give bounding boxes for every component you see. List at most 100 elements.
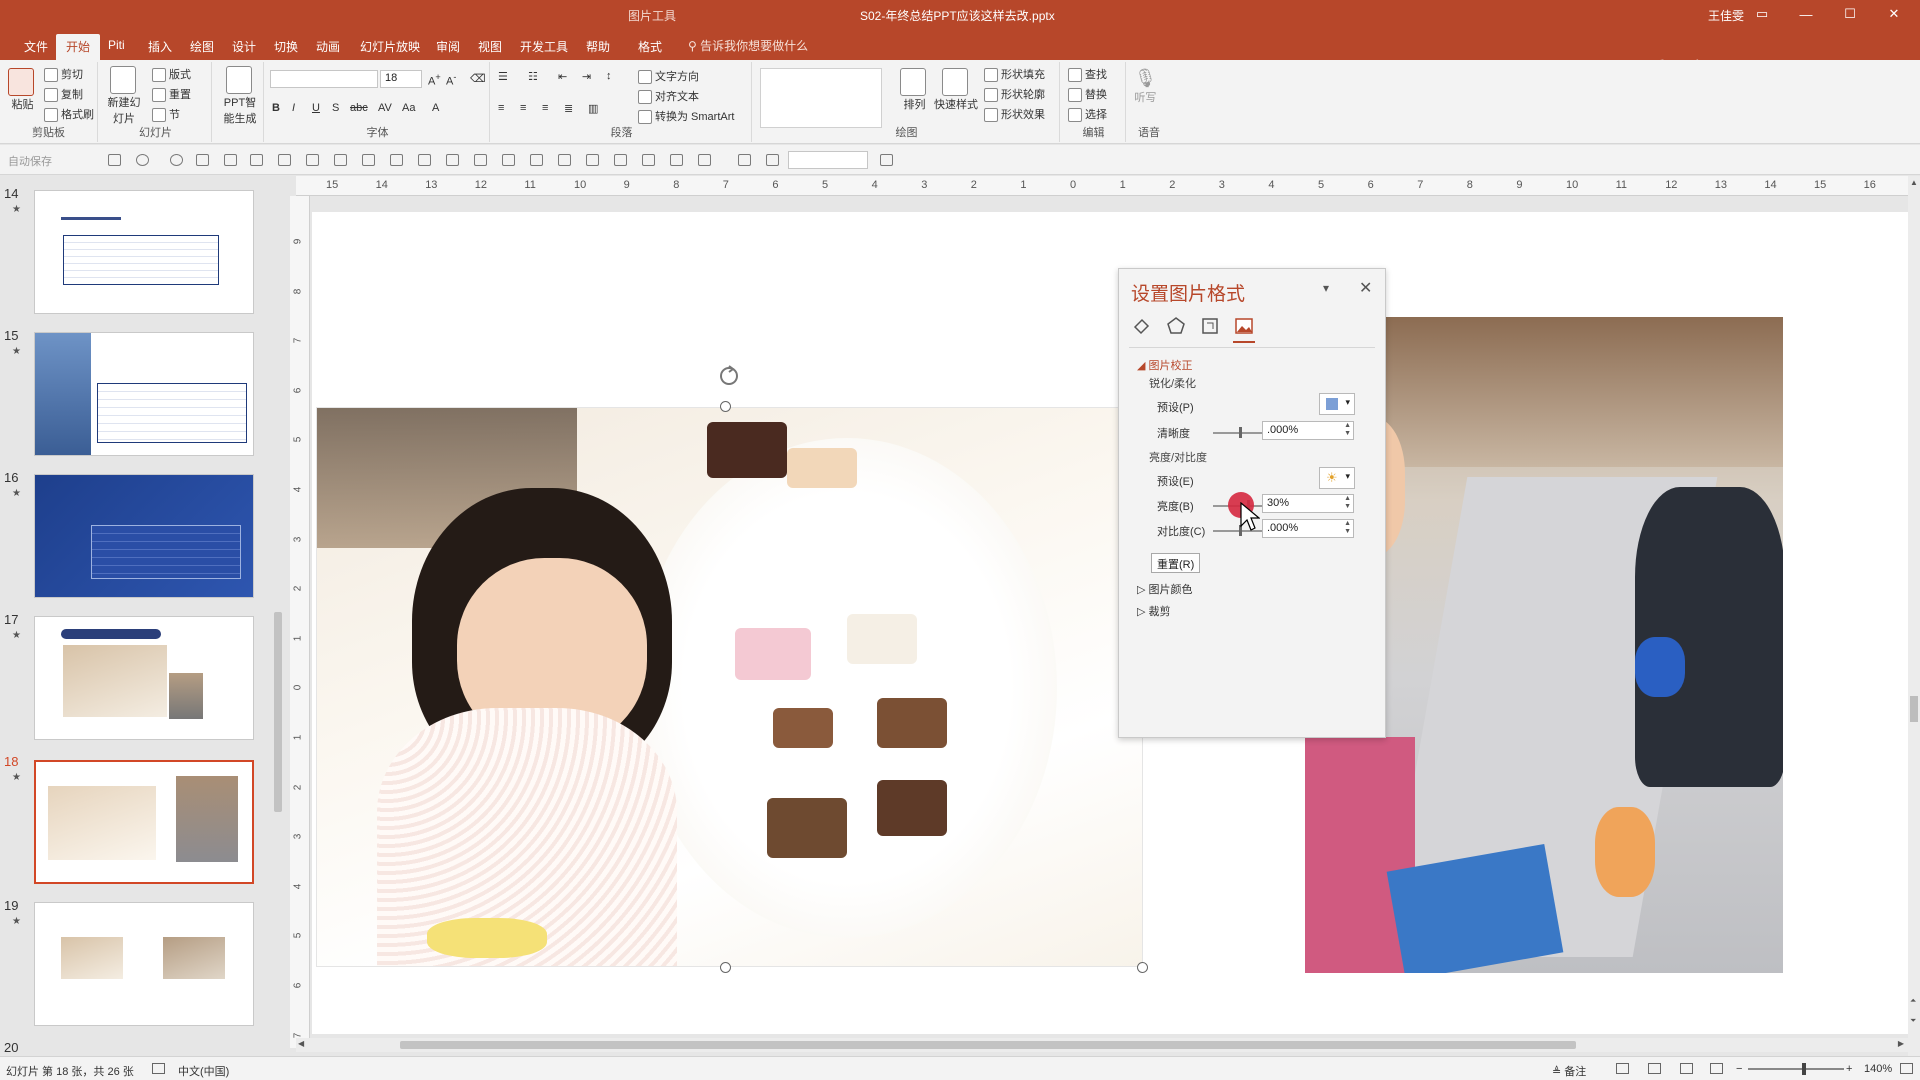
brightness-preset-dropdown[interactable]: ☀ ▾: [1319, 467, 1355, 489]
resize-handle-top[interactable]: [720, 401, 731, 412]
slide-thumbnail-15[interactable]: [34, 332, 254, 456]
spin-arrows-icon[interactable]: ▲ ▼: [1344, 520, 1351, 536]
char-spacing-button[interactable]: AV: [378, 102, 392, 114]
spellcheck-icon[interactable]: [152, 1063, 165, 1074]
qat-icon-23[interactable]: [738, 154, 751, 166]
align-center-button[interactable]: ≡: [520, 102, 526, 114]
save-icon[interactable]: [108, 154, 121, 166]
line-spacing-button[interactable]: ↕: [606, 70, 612, 82]
normal-view-icon[interactable]: [1616, 1063, 1629, 1074]
qat-icon-10[interactable]: [362, 154, 375, 166]
qat-icon-8[interactable]: [306, 154, 319, 166]
copy-button[interactable]: 复制: [44, 86, 83, 103]
shape-outline-button[interactable]: 形状轮廓: [984, 86, 1045, 103]
tab-format[interactable]: 格式: [628, 34, 672, 60]
decrease-indent-button[interactable]: ⇤: [558, 70, 567, 83]
qat-icon-20[interactable]: [642, 154, 655, 166]
section-crop[interactable]: ▷ 裁剪: [1137, 603, 1171, 619]
underline-button[interactable]: U: [312, 102, 320, 114]
shadow-button[interactable]: S: [332, 102, 339, 114]
zoom-level[interactable]: 140%: [1864, 1063, 1892, 1075]
ppt-smart-button[interactable]: PPT智能生成: [220, 66, 260, 126]
qat-icon-18[interactable]: [586, 154, 599, 166]
slide-thumbnail-16[interactable]: [34, 474, 254, 598]
qat-icon-14[interactable]: [474, 154, 487, 166]
qat-icon-13[interactable]: [446, 154, 459, 166]
restore-ribbon-icon[interactable]: ▭: [1740, 0, 1784, 28]
replace-button[interactable]: 替换: [1068, 86, 1107, 103]
spin-arrows-icon[interactable]: ▲ ▼: [1344, 495, 1351, 511]
align-text-button[interactable]: 对齐文本: [638, 88, 699, 105]
user-name[interactable]: 王佳雯: [1708, 7, 1744, 24]
qat-icon-11[interactable]: [390, 154, 403, 166]
italic-button[interactable]: I: [292, 102, 295, 114]
close-icon[interactable]: ✕: [1359, 278, 1372, 298]
scroll-left-icon[interactable]: ◀: [298, 1039, 304, 1048]
tab-home[interactable]: 开始: [56, 34, 101, 60]
slider-knob[interactable]: [1239, 427, 1242, 438]
tab-animations[interactable]: 动画: [306, 34, 350, 60]
scroll-up-icon[interactable]: ▲: [1910, 178, 1918, 187]
strikethrough-button[interactable]: abc: [350, 102, 368, 114]
tab-design[interactable]: 设计: [222, 34, 266, 60]
qat-icon-16[interactable]: [530, 154, 543, 166]
effects-icon[interactable]: [1165, 315, 1187, 337]
zoom-slider[interactable]: [1748, 1063, 1844, 1075]
redo-icon[interactable]: [170, 154, 183, 166]
section-button[interactable]: 节: [152, 106, 180, 123]
spin-arrows-icon[interactable]: ▲ ▼: [1344, 422, 1351, 438]
maximize-icon[interactable]: ☐: [1828, 0, 1872, 28]
layout-button[interactable]: 版式: [152, 66, 191, 83]
qat-icon-12[interactable]: [418, 154, 431, 166]
align-right-button[interactable]: ≡: [542, 102, 548, 114]
section-picture-color[interactable]: ▷ 图片颜色: [1137, 581, 1193, 597]
qat-dropdown[interactable]: [788, 151, 868, 169]
close-icon[interactable]: ✕: [1872, 0, 1916, 28]
tab-piti[interactable]: Piti: [98, 34, 135, 60]
slideshow-view-icon[interactable]: [1710, 1063, 1723, 1074]
qat-icon-17[interactable]: [558, 154, 571, 166]
rotate-handle-icon[interactable]: [717, 364, 741, 388]
sharpen-preset-dropdown[interactable]: ▾: [1319, 393, 1355, 415]
minimize-icon[interactable]: —: [1784, 0, 1828, 28]
qat-icon-5[interactable]: [224, 154, 237, 166]
slide-thumbnail-14[interactable]: [34, 190, 254, 314]
tab-insert[interactable]: 插入: [138, 34, 182, 60]
brightness-input[interactable]: 30% ▲ ▼: [1262, 494, 1354, 513]
zoom-out-icon[interactable]: −: [1736, 1063, 1742, 1075]
notes-button[interactable]: ≜ 备注: [1552, 1063, 1586, 1079]
tab-developer[interactable]: 开发工具: [510, 34, 578, 60]
size-properties-icon[interactable]: [1199, 315, 1221, 337]
autosave-toggle[interactable]: 自动保存: [8, 153, 52, 169]
tab-slideshow[interactable]: 幻灯片放映: [350, 34, 430, 60]
zoom-in-icon[interactable]: +: [1846, 1063, 1852, 1075]
thumbnail-scrollbar[interactable]: [272, 176, 284, 1056]
new-slide-button[interactable]: 新建幻灯片: [106, 66, 142, 126]
columns-button[interactable]: ▥: [588, 102, 598, 115]
quick-styles-button[interactable]: 快速样式: [934, 68, 978, 112]
shape-fill-button[interactable]: 形状填充: [984, 66, 1045, 83]
start-slideshow-icon[interactable]: [196, 154, 209, 166]
qat-icon-22[interactable]: [698, 154, 711, 166]
shrink-font-button[interactable]: A-: [446, 72, 456, 88]
arrange-button[interactable]: 排列: [900, 68, 929, 112]
slide-thumbnail-17[interactable]: [34, 616, 254, 740]
tab-transitions[interactable]: 切换: [264, 34, 308, 60]
language-indicator[interactable]: 中文(中国): [178, 1063, 229, 1079]
contrast-input[interactable]: .000% ▲ ▼: [1262, 519, 1354, 538]
resize-handle-bottom-right[interactable]: [1137, 962, 1148, 973]
scroll-thumb[interactable]: [274, 612, 282, 812]
font-size-dropdown[interactable]: 18: [380, 70, 422, 88]
tab-view[interactable]: 视图: [468, 34, 512, 60]
dictate-button[interactable]: 🎙 听写: [1134, 68, 1157, 105]
sharpness-input[interactable]: .000% ▲ ▼: [1262, 421, 1354, 440]
qat-icon-6[interactable]: [250, 154, 263, 166]
bullets-button[interactable]: ☰: [498, 70, 508, 83]
zoom-slider-knob[interactable]: [1802, 1063, 1806, 1075]
increase-indent-button[interactable]: ⇥: [582, 70, 591, 83]
qat-icon-25[interactable]: [880, 154, 893, 166]
tab-file[interactable]: 文件: [14, 34, 58, 60]
qat-icon-7[interactable]: [278, 154, 291, 166]
picture-icon[interactable]: [1233, 315, 1255, 337]
qat-icon-24[interactable]: [766, 154, 779, 166]
